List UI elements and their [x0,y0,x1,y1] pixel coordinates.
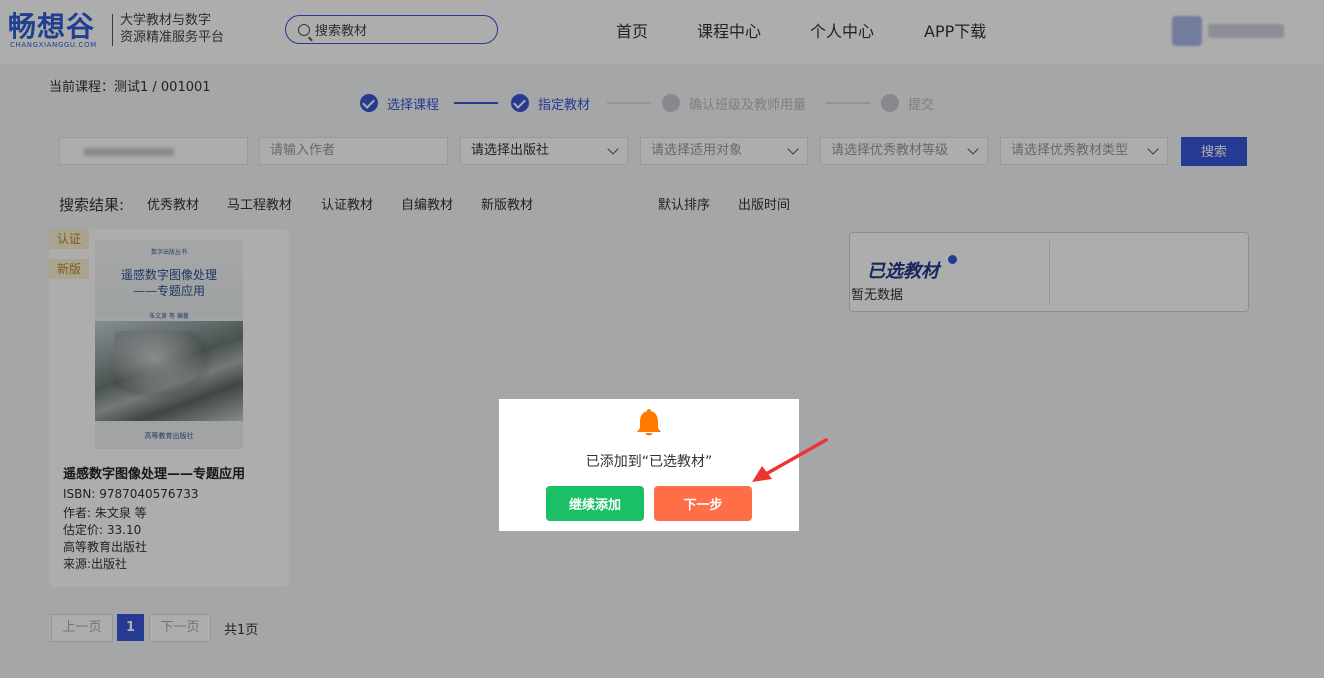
modal-overlay[interactable] [0,0,1324,678]
continue-adding-button[interactable]: 继续添加 [546,486,644,521]
next-step-button[interactable]: 下一步 [654,486,752,521]
annotation-arrow-icon [752,438,828,482]
bell-icon [637,409,661,436]
